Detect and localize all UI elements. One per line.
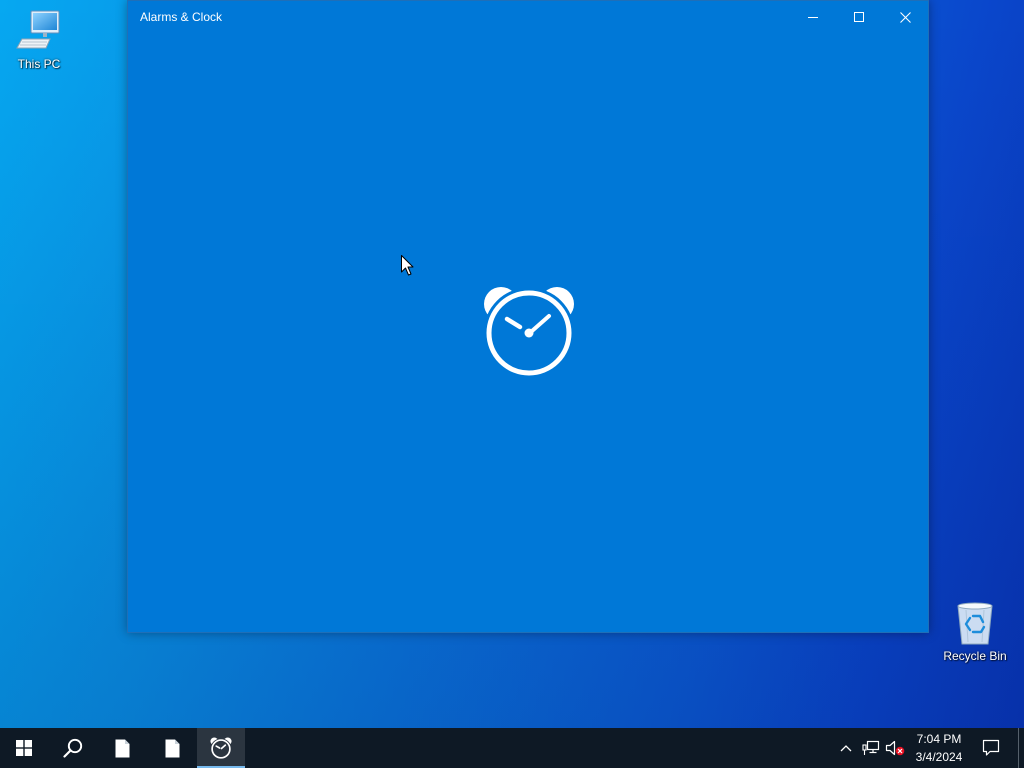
windows-logo-icon [16, 740, 32, 756]
search-button[interactable] [48, 728, 97, 768]
title-bar[interactable]: Alarms & Clock [128, 1, 928, 33]
taskbar-clock[interactable]: 7:04 PM 3/4/2024 [908, 728, 970, 768]
clock-time: 7:04 PM [916, 732, 962, 746]
taskbar-file-2[interactable] [147, 728, 197, 768]
computer-icon [16, 10, 60, 49]
alarms-clock-window[interactable]: Alarms & Clock [127, 0, 929, 633]
close-button[interactable] [882, 1, 928, 33]
clock-date: 3/4/2024 [915, 750, 963, 764]
window-title: Alarms & Clock [140, 10, 223, 24]
maximize-icon [854, 12, 864, 22]
alarm-clock-icon [483, 287, 575, 379]
chevron-up-icon [840, 745, 852, 752]
desktop-icon-this-pc[interactable]: This PC [1, 8, 77, 71]
volume-button[interactable] [884, 728, 906, 768]
alarm-clock-icon [210, 737, 232, 760]
close-icon [899, 11, 911, 23]
minimize-icon [808, 17, 818, 18]
volume-muted-icon [885, 740, 905, 756]
notification-icon [982, 739, 1000, 756]
window-controls [790, 1, 928, 33]
maximize-button[interactable] [836, 1, 882, 33]
show-hidden-icons-button[interactable] [838, 728, 854, 768]
start-button[interactable] [0, 728, 48, 768]
recycle-bin-icon [957, 602, 993, 645]
action-center-button[interactable] [976, 728, 1006, 768]
show-desktop-button[interactable] [1018, 728, 1024, 768]
taskbar: 7:04 PM 3/4/2024 [0, 728, 1024, 768]
taskbar-file-1[interactable] [97, 728, 147, 768]
document-icon [115, 739, 129, 757]
search-icon [62, 738, 82, 758]
mouse-cursor [401, 255, 414, 276]
network-icon [862, 740, 880, 755]
taskbar-alarms-clock[interactable] [197, 728, 245, 768]
desktop-icon-recycle-bin[interactable]: Recycle Bin [937, 600, 1013, 663]
minimize-button[interactable] [790, 1, 836, 33]
network-button[interactable] [860, 728, 882, 768]
document-icon [165, 739, 179, 757]
desktop-icon-label: Recycle Bin [943, 649, 1007, 663]
desktop-icon-label: This PC [17, 57, 61, 71]
